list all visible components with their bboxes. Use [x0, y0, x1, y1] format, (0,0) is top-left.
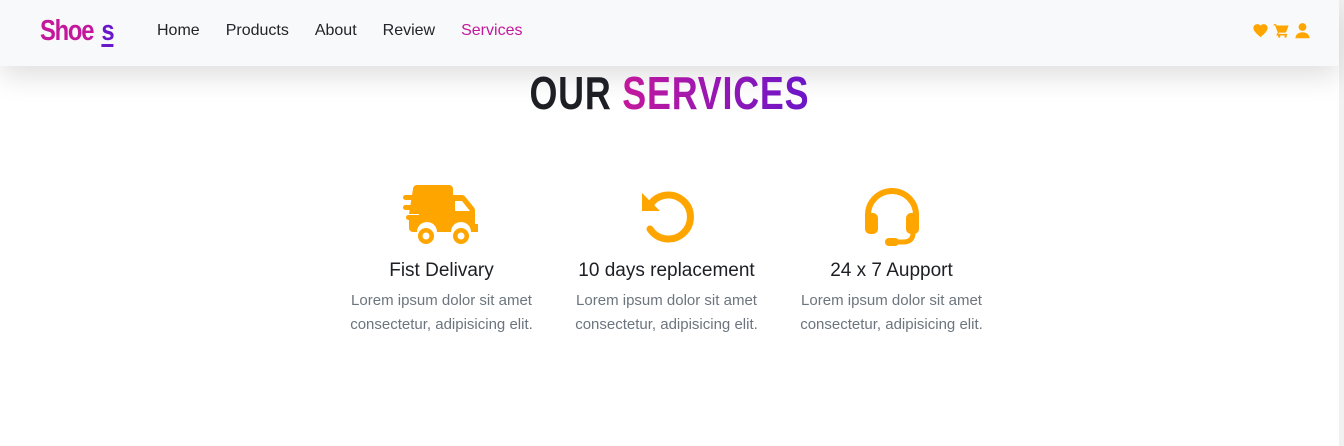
title-part-our: OUR: [529, 67, 612, 119]
service-card-delivery: Fist Delivary Lorem ipsum dolor sit amet…: [329, 184, 554, 337]
nav-icons: [1252, 22, 1311, 39]
rotate-left-icon: [554, 184, 779, 248]
headset-icon: [779, 184, 1004, 248]
nav-services[interactable]: Services: [461, 21, 522, 41]
service-desc-support: Lorem ipsum dolor sit amet consectetur, …: [779, 289, 1004, 337]
title-part-services: SERVICES: [622, 67, 810, 119]
nav-about[interactable]: About: [315, 21, 357, 41]
brand-text: Shoe: [40, 15, 94, 47]
section-title: OUR SERVICES: [0, 66, 1339, 120]
service-desc-replacement: Lorem ipsum dolor sit amet consectetur, …: [554, 289, 779, 337]
service-title-replacement: 10 days replacement: [578, 260, 755, 281]
navbar: Shoe s Home Products About Review Service…: [0, 0, 1339, 66]
nav-products[interactable]: Products: [226, 21, 289, 41]
services-grid: Fist Delivary Lorem ipsum dolor sit amet…: [329, 184, 1004, 337]
nav-links: Home Products About Review Services: [157, 21, 522, 41]
service-desc-delivery: Lorem ipsum dolor sit amet consectetur, …: [329, 289, 554, 337]
nav-review[interactable]: Review: [383, 21, 435, 41]
scrollbar[interactable]: [1339, 0, 1344, 446]
service-title-support: 24 x 7 Aupport: [830, 260, 953, 281]
service-title-delivery: Fist Delivary: [389, 260, 494, 281]
service-card-support: 24 x 7 Aupport Lorem ipsum dolor sit ame…: [779, 184, 1004, 337]
cart-icon[interactable]: [1273, 22, 1290, 39]
brand-s: s: [101, 15, 114, 47]
service-desc-line1: Lorem ipsum dolor sit amet: [351, 292, 532, 309]
service-desc-line2: consectetur, adipisicing elit.: [350, 316, 533, 333]
truck-fast-icon: [329, 184, 554, 248]
service-desc-line2: consectetur, adipisicing elit.: [575, 316, 758, 333]
brand-logo[interactable]: Shoe s: [40, 14, 115, 48]
nav-home[interactable]: Home: [157, 21, 200, 41]
service-desc-line2: consectetur, adipisicing elit.: [800, 316, 983, 333]
service-desc-line1: Lorem ipsum dolor sit amet: [576, 292, 757, 309]
user-icon[interactable]: [1294, 22, 1311, 39]
heart-icon[interactable]: [1252, 22, 1269, 39]
service-desc-line1: Lorem ipsum dolor sit amet: [801, 292, 982, 309]
service-card-replacement: 10 days replacement Lorem ipsum dolor si…: [554, 184, 779, 337]
